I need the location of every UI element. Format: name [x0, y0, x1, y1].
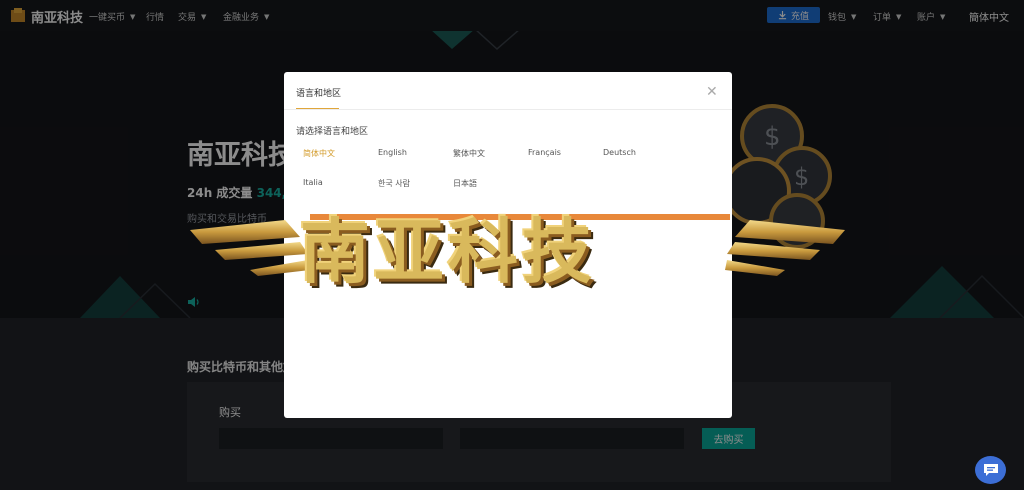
chat-button[interactable]: [975, 456, 1006, 484]
brand-watermark: 南亚科技: [300, 211, 596, 293]
language-prompt: 请选择语言和地区: [296, 127, 369, 137]
language-option-en[interactable]: English: [378, 148, 407, 157]
language-option-de[interactable]: Deutsch: [603, 148, 636, 157]
chat-bubble-icon: [983, 464, 998, 476]
close-icon[interactable]: ✕: [706, 84, 718, 100]
divider: [284, 109, 732, 110]
language-option-ko[interactable]: 한국 사람: [378, 178, 410, 189]
tab-language-region[interactable]: 语言和地区: [296, 86, 341, 99]
language-option-ja[interactable]: 日本語: [453, 178, 477, 189]
language-option-it[interactable]: Italia: [303, 178, 323, 187]
language-option-zh-cn[interactable]: 简体中文: [303, 148, 335, 159]
language-option-zh-tw[interactable]: 繁体中文: [453, 148, 485, 159]
language-option-fr[interactable]: Français: [528, 148, 561, 157]
